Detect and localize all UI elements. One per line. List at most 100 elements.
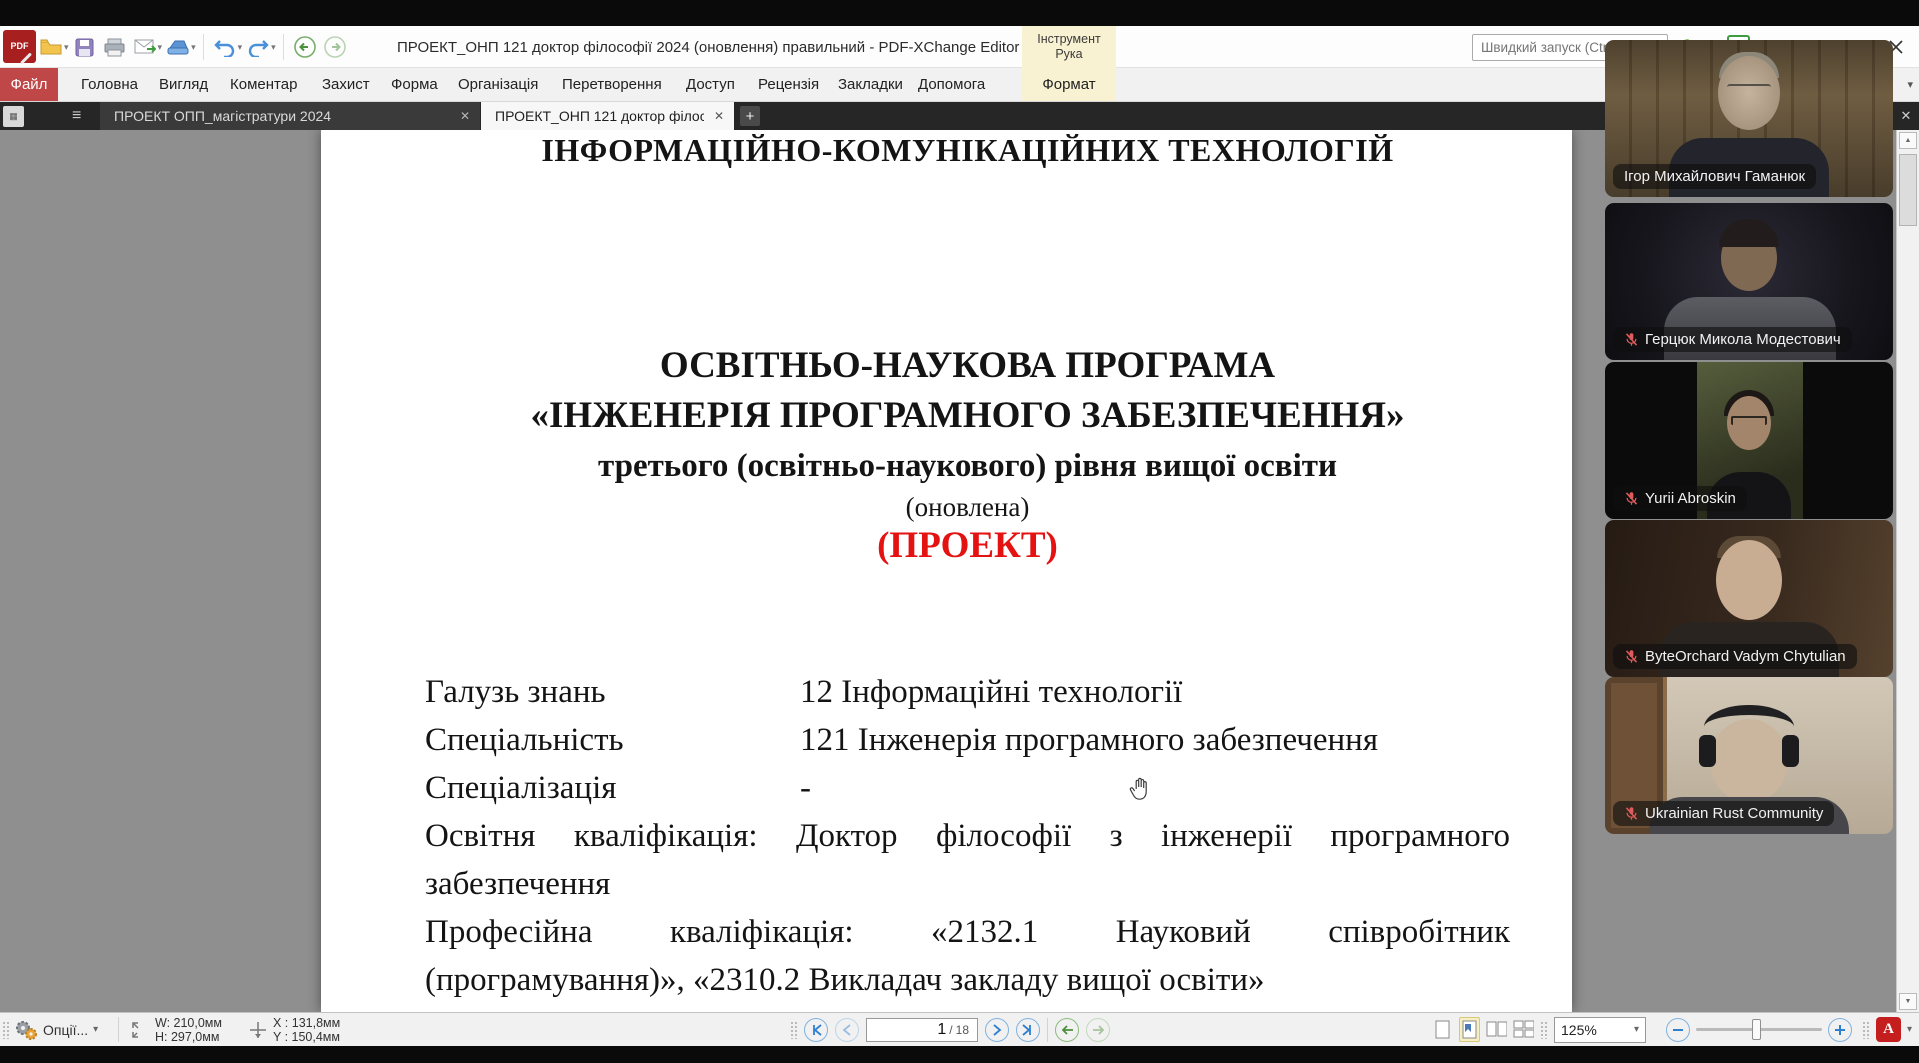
options-button[interactable]: Опції... ▾ bbox=[14, 1013, 98, 1046]
new-tab-button[interactable]: + bbox=[740, 106, 760, 126]
menu-format[interactable]: Формат bbox=[1022, 68, 1116, 101]
menu-view[interactable]: Вигляд bbox=[153, 68, 214, 101]
quick-access-toolbar: ▾ ▾ ▾ ▾ ▾ bbox=[36, 26, 350, 68]
participant-name-badge: Ігор Михайлович Гаманюк bbox=[1613, 164, 1816, 189]
tab-proekt-onp-active[interactable]: ПРОЕКТ_ОНП 121 доктор філософії 2024 (он… bbox=[481, 102, 734, 130]
toolbar-chevron-icon[interactable]: ▾ bbox=[1907, 78, 1913, 91]
history-forward-icon[interactable] bbox=[322, 34, 348, 60]
doc-prof-qualification-line2: (програмування)», «2310.2 Викладач закла… bbox=[425, 962, 1510, 999]
view-and-zoom-controls: 125% ▾ A ▾ bbox=[1432, 1013, 1912, 1046]
screen: PDF ▾ ▾ ▾ ▾ ▾ bbox=[0, 0, 1919, 1063]
scanner-icon[interactable] bbox=[165, 34, 191, 60]
menu-home[interactable]: Головна bbox=[75, 68, 144, 101]
window-title: ПРОЕКТ_ОНП 121 доктор філософії 2024 (он… bbox=[397, 26, 1019, 68]
two-page-view-icon[interactable] bbox=[1486, 1017, 1507, 1042]
continuous-view-icon[interactable] bbox=[1459, 1017, 1480, 1042]
redo-dropdown-icon[interactable]: ▾ bbox=[271, 42, 276, 53]
zoom-level-select[interactable]: 125% ▾ bbox=[1554, 1017, 1646, 1043]
field-value: - bbox=[800, 770, 811, 807]
menu-comment[interactable]: Коментар bbox=[224, 68, 303, 101]
participant-name-badge: ByteOrchard Vadym Chytulian bbox=[1613, 644, 1857, 669]
menu-organize[interactable]: Організація bbox=[452, 68, 544, 101]
zoom-slider[interactable] bbox=[1696, 1028, 1822, 1031]
statusbar-grip bbox=[2, 1021, 10, 1039]
pdf-xchange-app-icon: PDF bbox=[3, 30, 36, 63]
tab-proekt-opp[interactable]: ПРОЕКТ ОПП_магістратури 2024 ✕ bbox=[100, 102, 480, 130]
single-page-view-icon[interactable] bbox=[1432, 1017, 1453, 1042]
doc-field-galuz: Галузь знань 12 Інформаційні технології bbox=[425, 674, 1510, 711]
muted-mic-icon bbox=[1624, 649, 1639, 664]
doc-prof-qualification-line1: Професійна кваліфікація: «2132.1 Наукови… bbox=[425, 914, 1510, 951]
doc-program-level: третього (освітньо-наукового) рівня вищо… bbox=[425, 448, 1510, 485]
scanner-dropdown-icon[interactable]: ▾ bbox=[191, 42, 196, 53]
pdf-page[interactable]: ІНФОРМАЦІЙНО-КОМУНІКАЦІЙНИХ ТЕХНОЛОГІЙ О… bbox=[321, 130, 1572, 1012]
options-label: Опції... bbox=[43, 1022, 88, 1038]
cursor-y-value: Y : 150,4мм bbox=[273, 1030, 340, 1044]
undo-dropdown-icon[interactable]: ▾ bbox=[238, 42, 243, 53]
save-icon[interactable] bbox=[72, 34, 98, 60]
doc-draft-label: (ПРОЕКТ) bbox=[425, 524, 1510, 567]
page-size-readout: W: 210,0мм H: 297,0мм bbox=[130, 1013, 222, 1046]
last-page-button[interactable] bbox=[1016, 1018, 1040, 1042]
menu-help[interactable]: Допомога bbox=[912, 68, 991, 101]
menu-form[interactable]: Форма bbox=[385, 68, 444, 101]
open-dropdown-icon[interactable]: ▾ bbox=[64, 42, 69, 53]
zoom-in-button[interactable] bbox=[1828, 1018, 1852, 1042]
participant-name-badge: Ukrainian Rust Community bbox=[1613, 801, 1834, 826]
active-tool-line2: Рука bbox=[1055, 47, 1082, 62]
video-tile-3[interactable]: Yurii Abroskin bbox=[1605, 362, 1893, 519]
statusbar-grip bbox=[790, 1021, 798, 1039]
toolbar-separator bbox=[203, 34, 204, 60]
scroll-up-icon[interactable]: ▲ bbox=[1899, 132, 1917, 149]
crosshair-icon bbox=[248, 1020, 268, 1040]
first-page-button[interactable] bbox=[804, 1018, 828, 1042]
menu-file[interactable]: Файл bbox=[0, 68, 58, 101]
zoom-slider-handle[interactable] bbox=[1752, 1019, 1761, 1040]
page-width-value: W: 210,0мм bbox=[155, 1016, 222, 1030]
tab-close-icon[interactable]: ✕ bbox=[704, 109, 724, 123]
doc-program-name: «ІНЖЕНЕРІЯ ПРОГРАМНОГО ЗАБЕЗПЕЧЕННЯ» bbox=[425, 394, 1510, 437]
adobe-dropdown-icon[interactable]: ▾ bbox=[1907, 1024, 1912, 1035]
muted-mic-icon bbox=[1624, 491, 1639, 506]
view-back-button[interactable] bbox=[1055, 1018, 1079, 1042]
video-tile-1[interactable]: Ігор Михайлович Гаманюк bbox=[1605, 40, 1893, 197]
menu-accessibility[interactable]: Доступ bbox=[680, 68, 741, 101]
scroll-down-icon[interactable]: ▼ bbox=[1899, 993, 1917, 1010]
tab-close-icon[interactable]: ✕ bbox=[450, 109, 470, 123]
toolbar-separator bbox=[283, 34, 284, 60]
history-back-icon[interactable] bbox=[292, 34, 318, 60]
menu-review[interactable]: Рецензія bbox=[752, 68, 825, 101]
options-gears-icon bbox=[14, 1019, 38, 1041]
menu-convert[interactable]: Перетворення bbox=[556, 68, 668, 101]
page-height-value: H: 297,0мм bbox=[155, 1030, 219, 1044]
menu-bookmarks[interactable]: Закладки bbox=[832, 68, 909, 101]
statusbar-separator bbox=[118, 1017, 119, 1042]
panel-toggle-icon[interactable]: ▦ bbox=[3, 106, 24, 127]
two-page-continuous-view-icon[interactable] bbox=[1513, 1017, 1534, 1042]
email-icon[interactable] bbox=[132, 34, 158, 60]
cursor-position-readout: X : 131,8мм Y : 150,4мм bbox=[248, 1013, 340, 1046]
scrollbar-thumb[interactable] bbox=[1899, 154, 1917, 226]
tabbar-close-icon[interactable]: ✕ bbox=[1894, 102, 1918, 130]
next-page-button[interactable] bbox=[985, 1018, 1009, 1042]
doc-field-specialnist: Спеціальність 121 Інженерія програмного … bbox=[425, 722, 1510, 759]
adobe-reader-icon[interactable]: A bbox=[1876, 1017, 1901, 1042]
undo-icon[interactable] bbox=[212, 34, 238, 60]
page-number-input[interactable]: 1 / 18 bbox=[866, 1018, 978, 1042]
video-tile-5[interactable]: Ukrainian Rust Community bbox=[1605, 677, 1893, 834]
video-tile-2[interactable]: Герцюк Микола Модестович bbox=[1605, 203, 1893, 360]
redo-icon[interactable] bbox=[245, 34, 271, 60]
video-tile-4[interactable]: ByteOrchard Vadym Chytulian bbox=[1605, 520, 1893, 677]
zoom-dropdown-icon: ▾ bbox=[1634, 1024, 1639, 1035]
print-icon[interactable] bbox=[102, 34, 128, 60]
open-folder-icon[interactable] bbox=[38, 34, 64, 60]
previous-page-button[interactable] bbox=[835, 1018, 859, 1042]
participant-name: Ігор Михайлович Гаманюк bbox=[1624, 168, 1805, 185]
statusbar-separator bbox=[1047, 1018, 1048, 1042]
tab-list-icon[interactable]: ≡ bbox=[72, 102, 81, 130]
vertical-scrollbar[interactable]: ▲ ▼ bbox=[1896, 130, 1919, 1012]
view-forward-button[interactable] bbox=[1086, 1018, 1110, 1042]
email-dropdown-icon[interactable]: ▾ bbox=[158, 42, 163, 53]
menu-protect[interactable]: Захист bbox=[316, 68, 376, 101]
zoom-out-button[interactable] bbox=[1666, 1018, 1690, 1042]
